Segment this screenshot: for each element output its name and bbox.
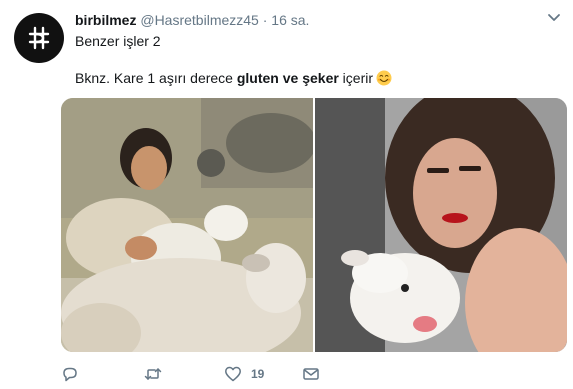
- photo-woman-with-lamb[interactable]: [315, 98, 567, 352]
- like-count: 19: [251, 367, 265, 381]
- heart-icon: [225, 366, 241, 382]
- reply-button[interactable]: [61, 364, 88, 384]
- avatar[interactable]: [14, 13, 64, 63]
- tweet-actions: 19: [61, 364, 567, 384]
- chevron-down-icon[interactable]: [547, 13, 561, 23]
- media-grid: [61, 98, 567, 352]
- tweet-text-line-1: Benzer işler 2: [75, 33, 161, 49]
- user-handle[interactable]: @Hasretbilmezz45: [140, 12, 258, 28]
- envelope-icon: [303, 368, 319, 380]
- display-name[interactable]: birbilmez: [75, 12, 136, 28]
- message-button[interactable]: [302, 364, 320, 384]
- retweet-button[interactable]: [144, 364, 171, 384]
- timestamp[interactable]: 16 sa.: [271, 12, 309, 28]
- tweet-text-line-2: Bknz. Kare 1 aşırı derece gluten ve şeke…: [75, 69, 392, 87]
- retweet-icon: [144, 368, 162, 380]
- like-button[interactable]: 19: [224, 364, 264, 384]
- photo-child-with-lamb[interactable]: [61, 98, 313, 352]
- hashtag-logo-icon: [28, 26, 50, 50]
- separator-dot: ·: [262, 12, 268, 28]
- text-prefix: Bknz. Kare 1 aşırı derece: [75, 70, 237, 86]
- tweet-header: birbilmez @Hasretbilmezz45 · 16 sa.: [75, 11, 309, 29]
- text-suffix: içerir: [338, 70, 374, 86]
- text-bold: gluten ve şeker: [236, 70, 339, 86]
- reply-icon: [63, 367, 77, 382]
- smiling-face-emoji: [376, 70, 392, 86]
